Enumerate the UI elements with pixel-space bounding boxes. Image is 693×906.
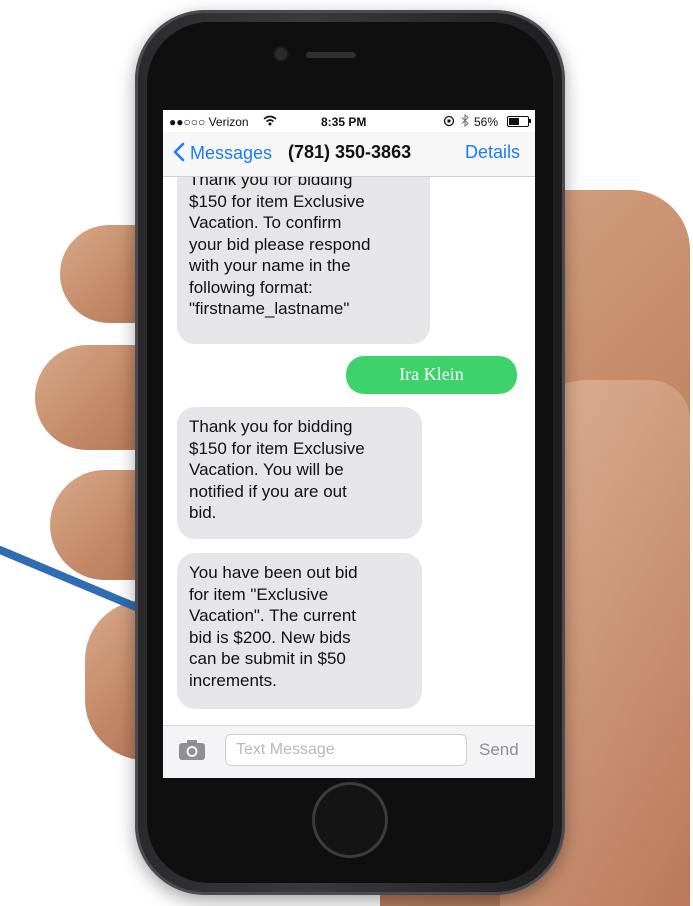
input-bar: Send: [163, 725, 535, 778]
carrier-label: ●●○○○ Verizon: [169, 115, 249, 129]
battery-icon: [507, 116, 529, 127]
rotation-lock-icon: [443, 115, 455, 127]
back-button[interactable]: Messages: [173, 142, 272, 164]
time-label: 8:35 PM: [321, 115, 367, 129]
status-bar: ●●○○○ Verizon 8:35 PM 56%: [163, 110, 535, 132]
message-bubble-incoming: You have been out bid for item "Exclusiv…: [177, 553, 422, 709]
battery-tip: [529, 119, 531, 123]
details-button[interactable]: Details: [465, 142, 520, 163]
battery-fill: [509, 118, 519, 125]
chevron-left-icon: [173, 142, 185, 162]
message-input[interactable]: [225, 734, 467, 766]
earpiece-speaker: [306, 52, 356, 58]
send-button[interactable]: Send: [479, 740, 519, 760]
nav-bar: Messages (781) 350-3863 Details: [163, 132, 535, 177]
message-bubble-incoming: Thank you for bidding $150 for item Excl…: [177, 407, 422, 539]
bluetooth-icon: [461, 114, 469, 127]
conversation-title: (781) 350-3863: [288, 142, 412, 162]
wifi-icon: [263, 115, 277, 126]
camera-icon[interactable]: [178, 739, 206, 761]
home-button[interactable]: [315, 785, 385, 855]
back-label: Messages: [190, 143, 273, 163]
phone-screen: ●●○○○ Verizon 8:35 PM 56% Messages (781)…: [163, 110, 535, 778]
battery-percent: 56%: [474, 115, 499, 129]
front-camera-icon: [275, 48, 287, 60]
message-bubble-incoming: Thank you for bidding $150 for item Excl…: [177, 160, 430, 344]
message-bubble-outgoing: Ira Klein: [346, 356, 517, 394]
